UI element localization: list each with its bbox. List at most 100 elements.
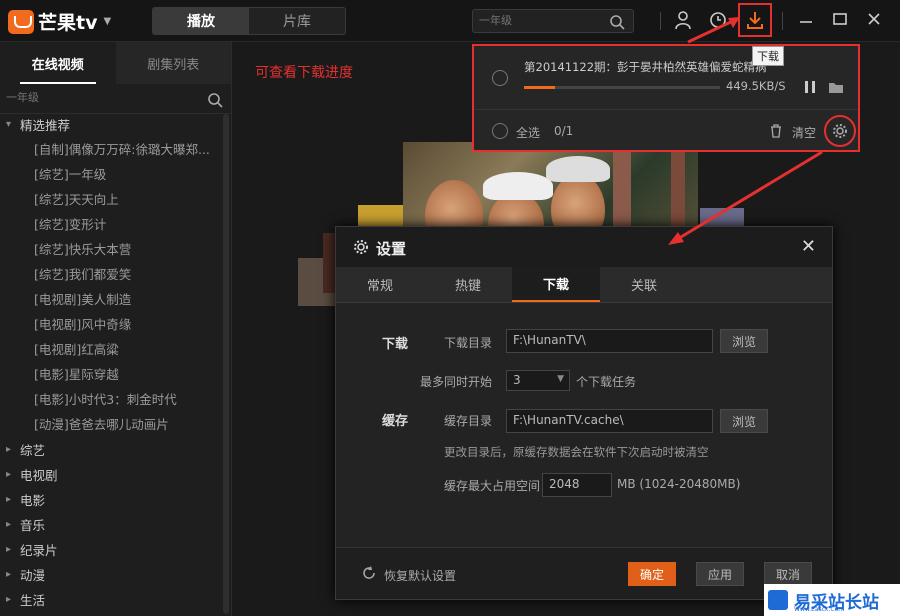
cancel-button[interactable]: 取消 (764, 562, 812, 586)
concurrent-select[interactable]: 3 ▼ (506, 370, 570, 391)
ok-button[interactable]: 确定 (628, 562, 676, 586)
cache-dir-label: 缓存目录 (444, 414, 493, 428)
user-icon[interactable] (674, 10, 692, 30)
gear-icon[interactable] (832, 123, 848, 139)
download-dir-field[interactable]: F:\HunanTV\ (506, 329, 713, 353)
top-search-input[interactable] (479, 13, 599, 29)
poster-hat (483, 172, 553, 200)
concurrent-value: 3 (513, 373, 521, 387)
close-icon[interactable] (866, 10, 882, 30)
chevron-down-icon: ▼ (557, 374, 564, 384)
tab-episode-list[interactable]: 剧集列表 (115, 42, 231, 84)
sidebar-item[interactable]: [电视剧]红高粱 (0, 337, 222, 362)
sidebar-item[interactable]: [电影]小时代3：刺金时代 (0, 387, 222, 412)
tab-online-video[interactable]: 在线视频 (0, 42, 116, 84)
watermark-logo-icon (768, 590, 788, 610)
watermark: 易采站长站 Www.Easck.Com (764, 584, 900, 616)
restore-defaults-link[interactable]: 恢复默认设置 (384, 567, 456, 584)
poster-hat (546, 156, 610, 182)
separator (782, 12, 783, 30)
chevron-right-icon: ▸ (6, 469, 12, 480)
chevron-right-icon: ▸ (6, 444, 12, 455)
chevron-down-icon: ▼ (103, 16, 112, 27)
download-icon[interactable] (745, 10, 765, 30)
settings-highlight (824, 115, 856, 147)
download-tooltip: 下载 (752, 46, 784, 66)
sidebar-item[interactable]: [自制]偶像万万碎:徐璐大曝郑... (0, 137, 222, 162)
sidebar-group[interactable]: ▸ 生活 (0, 587, 222, 612)
search-icon[interactable] (207, 92, 223, 108)
sidebar-search-input[interactable] (6, 92, 186, 104)
sidebar-group[interactable]: ▸ 电视剧 (0, 462, 222, 487)
task-count: 0/1 (554, 124, 574, 138)
download-panel: 第20141122期：彭于晏井柏然英雄偏爱蛇精病 449.5KB/S 全选 0/… (472, 44, 860, 152)
browse-download-button[interactable]: 浏览 (720, 329, 768, 353)
cache-max-field[interactable]: 2048 (542, 473, 612, 497)
separator (660, 12, 661, 30)
history-icon[interactable] (708, 10, 728, 30)
sidebar-group-label: 生活 (20, 593, 46, 608)
dialog-title: 设置 (376, 240, 407, 258)
sidebar-item[interactable]: [综艺]天天向上 (0, 187, 222, 212)
app-logo[interactable]: 芒果tv ▼ (8, 8, 111, 35)
task-progress-fill (524, 86, 556, 89)
download-dir-label: 下载目录 (444, 336, 493, 350)
sidebar-group[interactable]: ▸ 纪录片 (0, 537, 222, 562)
sidebar-group-label: 电视剧 (20, 468, 58, 483)
sidebar-search (0, 86, 231, 114)
sidebar-group-label: 电影 (20, 493, 46, 508)
download-section-title: 下载 (382, 337, 409, 352)
tab-download[interactable]: 下载 (512, 267, 600, 302)
search-icon[interactable] (609, 14, 625, 30)
pause-icon[interactable] (804, 80, 816, 94)
tab-play[interactable]: 播放 (153, 8, 249, 34)
chevron-down-icon: ▾ (6, 119, 12, 130)
close-icon[interactable]: ✕ (801, 236, 816, 257)
sidebar-item[interactable]: [电影]星际穿越 (0, 362, 222, 387)
sidebar-group[interactable]: ▸ 音乐 (0, 512, 222, 537)
browse-cache-button[interactable]: 浏览 (720, 409, 768, 433)
sidebar-item[interactable]: [综艺]我们都爱笑 (0, 262, 222, 287)
cache-hint: 更改目录后，原缓存数据会在软件下次启动时被清空 (444, 445, 709, 459)
chevron-right-icon: ▸ (6, 594, 12, 605)
top-search-box (472, 9, 634, 33)
maximize-icon[interactable] (832, 10, 848, 30)
sidebar-group-label: 动漫 (20, 568, 46, 583)
category-tree: ▾ 精选推荐 [自制]偶像万万碎:徐璐大曝郑... [综艺]一年级 [综艺]天天向上 [综… (0, 112, 222, 612)
tab-association[interactable]: 关联 (600, 267, 688, 302)
settings-dialog: 设置 ✕ 常规 热键 下载 关联 下载 下载目录 F:\HunanTV\ 浏览 … (335, 226, 833, 600)
refresh-icon[interactable] (362, 566, 376, 580)
apply-button[interactable]: 应用 (696, 562, 744, 586)
tab-general[interactable]: 常规 (336, 267, 424, 302)
sidebar-group[interactable]: ▸ 综艺 (0, 437, 222, 462)
logo-text: 芒果tv (38, 12, 98, 34)
tab-library[interactable]: 片库 (249, 8, 345, 34)
sidebar-group[interactable]: ▸ 动漫 (0, 562, 222, 587)
trash-icon[interactable] (770, 124, 782, 138)
cache-max-label: 缓存最大占用空间 (444, 479, 541, 493)
folder-icon[interactable] (828, 81, 844, 94)
sidebar-item[interactable]: [综艺]变形计 (0, 212, 222, 237)
settings-tabs: 常规 热键 下载 关联 (336, 267, 832, 303)
sidebar-group[interactable]: ▾ 精选推荐 (0, 112, 222, 137)
sidebar-group[interactable]: ▸ 电影 (0, 487, 222, 512)
chevron-right-icon: ▸ (6, 544, 12, 555)
sidebar-scrollbar[interactable] (223, 114, 229, 614)
task-speed: 449.5KB/S (726, 79, 786, 93)
cache-dir-field[interactable]: F:\HunanTV.cache\ (506, 409, 713, 433)
sidebar-item[interactable]: [电视剧]风中奇缘 (0, 312, 222, 337)
task-checkbox[interactable] (492, 70, 508, 86)
sidebar-item[interactable]: [综艺]快乐大本营 (0, 237, 222, 262)
sidebar-item[interactable]: [动漫]爸爸去哪儿动画片 (0, 412, 222, 437)
select-all-label[interactable]: 全选 (516, 124, 540, 141)
sidebar-group-label: 纪录片 (20, 543, 58, 558)
minimize-icon[interactable] (798, 10, 814, 30)
title-bar: 芒果tv ▼ 播放 片库 (0, 0, 900, 42)
tab-hotkeys[interactable]: 热键 (424, 267, 512, 302)
clear-button[interactable]: 清空 (792, 124, 816, 141)
select-all-checkbox[interactable] (492, 123, 508, 139)
download-task-row[interactable]: 第20141122期：彭于晏井柏然英雄偏爱蛇精病 449.5KB/S (474, 46, 858, 110)
cache-section-title: 缓存 (382, 414, 409, 429)
sidebar-item[interactable]: [电视剧]美人制造 (0, 287, 222, 312)
sidebar-item[interactable]: [综艺]一年级 (0, 162, 222, 187)
